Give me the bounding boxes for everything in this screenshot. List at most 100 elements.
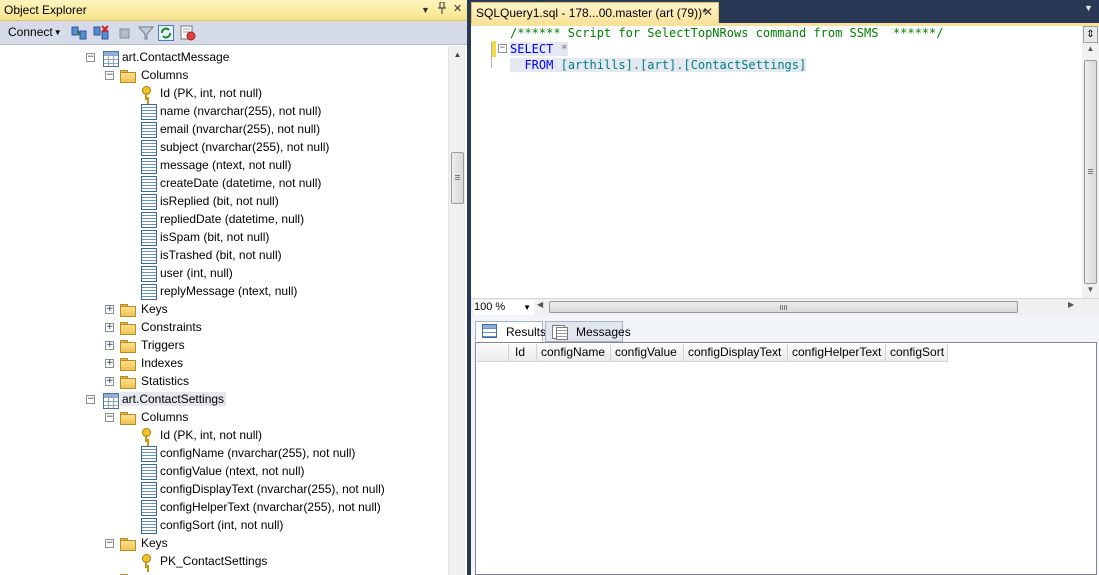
tree-table-node[interactable]: − art.ContactMessage [0,48,440,67]
results-grid[interactable]: Id configName configValue configDisplayT… [475,342,1097,575]
tree-column-node[interactable]: configDisplayText (nvarchar(255), not nu… [0,480,440,498]
tree-column-node[interactable]: configValue (ntext, not null) [0,462,440,480]
results-tab-strip: Results Messages [471,320,1099,343]
zoom-select[interactable]: 100 % ▼ [474,300,534,315]
dropdown-arrow-icon[interactable]: ▼ [421,5,430,15]
tab-messages[interactable]: Messages [545,321,631,342]
tree-column-node[interactable]: subject (nvarchar(255), not null) [0,138,440,156]
editor-vertical-scrollbar[interactable]: ⇕ ▲ ▼ [1082,26,1099,298]
tree-folder-node[interactable]: + Indexes [0,354,440,372]
tree-column-node[interactable]: isSpam (bit, not null) [0,228,440,246]
collapse-icon[interactable]: − [86,53,95,62]
tree-column-node[interactable]: isTrashed (bit, not null) [0,246,440,264]
tree-folder-node[interactable]: − Columns [0,408,440,426]
sql-editor[interactable]: − /****** Script for SelectTopNRows comm… [471,26,1082,298]
tree-node-label: user (int, null) [160,266,233,280]
horizontal-scroll-thumb[interactable] [549,301,1018,313]
tree-folder-node[interactable]: + Statistics [0,372,440,390]
column-icon [141,248,157,264]
tree-node-label: Keys [141,536,168,550]
filter-icon[interactable] [137,25,155,41]
tree-node-label: Indexes [141,356,184,370]
object-explorer-title: Object Explorer [4,3,87,17]
close-icon[interactable]: ✕ [703,5,713,19]
tree-folder-node[interactable]: + Keys [0,300,440,318]
tree-column-node[interactable]: message (ntext, not null) [0,156,440,174]
collapse-icon[interactable]: − [105,413,114,422]
connect-button[interactable]: Connect▼ [8,25,62,39]
document-list-dropdown-icon[interactable]: ▼ [1084,3,1093,13]
tree-column-node[interactable]: user (int, null) [0,264,440,282]
tree-node-label: configHelperText (nvarchar(255), not nul… [160,500,381,514]
expand-icon[interactable]: + [105,323,114,332]
sql-identifier: [arthills].[art].[ContactSettings] [560,58,807,72]
tree-column-node[interactable]: isReplied (bit, not null) [0,192,440,210]
tab-results-label: Results [506,325,547,339]
pin-icon[interactable] [437,1,447,17]
code-line-3: FROM [arthills].[art].[ContactSettings] [510,58,807,72]
close-icon[interactable]: ✕ [453,2,462,15]
tree-column-node[interactable]: configHelperText (nvarchar(255), not nul… [0,498,440,516]
expand-icon[interactable]: + [105,341,114,350]
tree-node-label: Columns [141,410,189,424]
connect-object-explorer-icon[interactable] [71,25,87,41]
splitter-handle-icon[interactable]: ⇕ [1083,26,1098,43]
tree-folder-node[interactable]: − Keys [0,534,440,552]
tree-node-label: repliedDate (datetime, null) [160,212,305,226]
object-explorer-scrollbar[interactable]: ▲ [448,46,465,575]
tree-key-node[interactable]: Id (PK, int, not null) [0,426,440,444]
tree-folder-node[interactable]: + Constraints [0,318,440,336]
column-header[interactable]: Id [509,344,537,362]
expand-icon[interactable]: + [105,305,114,314]
expand-icon[interactable]: + [105,377,114,386]
tree-node-label: isReplied (bit, not null) [160,194,279,208]
tree-folder-node[interactable]: + Triggers [0,336,440,354]
scroll-down-icon[interactable]: ▼ [1082,285,1099,294]
collapse-icon[interactable]: − [105,71,114,80]
grid-row-header-corner[interactable] [477,344,509,362]
folder-icon [119,409,136,425]
object-explorer-tree: − art.ContactMessage − Columns Id (PK, int, … [0,46,448,575]
scroll-thumb[interactable] [1084,60,1097,284]
tree-folder-node[interactable]: − Columns [0,66,440,84]
collapse-icon[interactable]: − [105,539,114,548]
tree-column-node[interactable]: name (nvarchar(255), not null) [0,102,440,120]
tree-column-node[interactable]: configName (nvarchar(255), not null) [0,444,440,462]
activity-monitor-icon[interactable] [180,25,196,41]
tree-column-node[interactable]: repliedDate (datetime, null) [0,210,440,228]
column-header[interactable]: configDisplayText [684,344,788,362]
scroll-up-icon[interactable]: ▲ [449,46,466,63]
column-icon [141,284,157,300]
key-icon [139,427,155,443]
tree-key-node[interactable]: PK_ContactSettings [0,552,440,570]
sql-keyword-from: FROM [524,58,554,72]
column-header[interactable]: configName [537,344,611,362]
disconnect-icon[interactable] [93,25,109,41]
tree-column-node[interactable]: replyMessage (ntext, null) [0,282,440,300]
scroll-left-icon[interactable]: ◀ [537,300,543,309]
refresh-icon[interactable] [158,25,174,41]
column-header[interactable]: configHelperText [788,344,886,362]
tree-node-label: Id (PK, int, not null) [160,86,263,100]
stop-icon[interactable] [117,25,133,41]
tree-node-label: Id (PK, int, not null) [160,428,263,442]
column-header[interactable]: configSort [886,344,948,362]
scroll-thumb[interactable] [451,152,464,204]
tree-key-node[interactable]: Id (PK, int, not null) [0,84,440,102]
scroll-up-icon[interactable]: ▲ [1082,44,1099,53]
tab-results[interactable]: Results [475,321,547,342]
document-tab[interactable]: SQLQuery1.sql - 178...00.master (art (79… [471,2,719,23]
collapse-icon[interactable]: − [86,395,95,404]
collapse-icon[interactable]: − [498,44,507,53]
sql-keyword-select: SELECT [510,42,554,56]
scroll-right-icon[interactable]: ▶ [1068,300,1074,309]
column-header[interactable]: configValue [611,344,684,362]
tree-column-node[interactable]: createDate (datetime, not null) [0,174,440,192]
tree-table-node[interactable]: − art.ContactSettings [0,390,440,409]
object-explorer-toolbar: Connect▼ [0,21,467,45]
tree-column-node[interactable]: email (nvarchar(255), not null) [0,120,440,138]
expand-icon[interactable]: + [105,359,114,368]
tree-node-label: configDisplayText (nvarchar(255), not nu… [160,482,385,496]
column-icon [141,194,157,210]
tree-column-node[interactable]: configSort (int, not null) [0,516,440,534]
